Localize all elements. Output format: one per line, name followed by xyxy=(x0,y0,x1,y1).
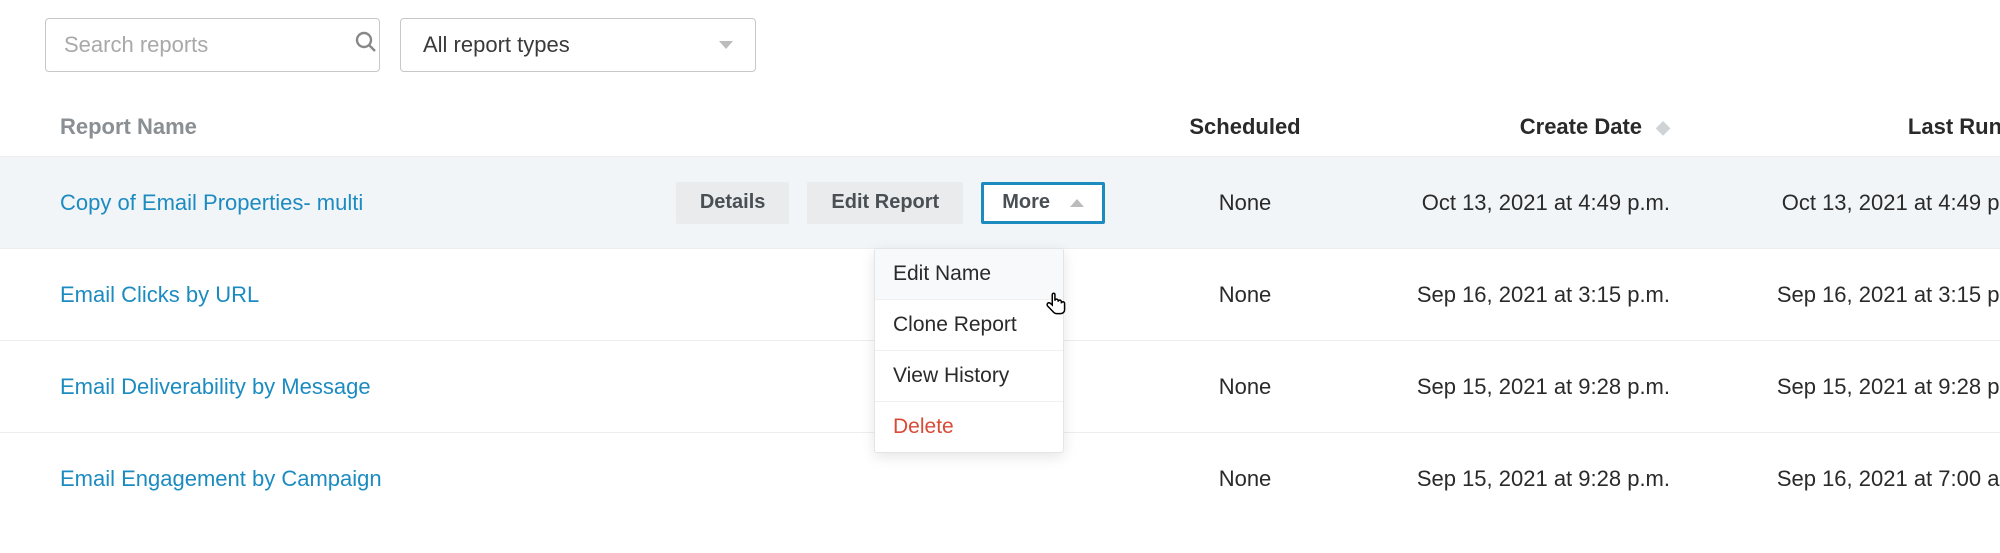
table-header: Report Name Scheduled Create Date ◆ Last… xyxy=(0,97,2000,157)
report-link[interactable]: Email Deliverability by Message xyxy=(60,374,371,400)
last-run-cell: Sep 16, 2021 at 3:15 p.m. xyxy=(1700,282,2000,308)
scheduled-cell: None xyxy=(1130,190,1360,216)
col-header-scheduled: Scheduled xyxy=(1130,114,1360,140)
table-row[interactable]: Copy of Email Properties- multi Details … xyxy=(0,157,2000,249)
menu-clone-report[interactable]: Clone Report xyxy=(875,300,1063,351)
report-type-label: All report types xyxy=(423,32,570,58)
more-label: More xyxy=(1002,191,1050,214)
scheduled-cell: None xyxy=(1130,282,1360,308)
report-type-select[interactable]: All report types xyxy=(400,18,756,72)
search-icon xyxy=(354,30,378,60)
col-header-name: Report Name xyxy=(60,114,1130,140)
create-date-cell: Oct 13, 2021 at 4:49 p.m. xyxy=(1360,190,1700,216)
search-input[interactable] xyxy=(62,31,354,59)
last-run-cell: Sep 16, 2021 at 7:00 a.m. xyxy=(1700,466,2000,492)
col-header-create-label: Create Date xyxy=(1520,114,1642,139)
menu-edit-name[interactable]: Edit Name xyxy=(875,249,1063,300)
details-button[interactable]: Details xyxy=(676,182,790,224)
sort-icon: ◆ xyxy=(1656,117,1670,138)
menu-delete[interactable]: Delete xyxy=(875,402,1063,452)
scheduled-cell: None xyxy=(1130,374,1360,400)
chevron-up-icon xyxy=(1070,199,1084,207)
report-link[interactable]: Email Engagement by Campaign xyxy=(60,466,382,492)
edit-report-button[interactable]: Edit Report xyxy=(807,182,963,224)
report-link[interactable]: Copy of Email Properties- multi xyxy=(60,190,363,216)
more-dropdown: Edit Name Clone Report View History Dele… xyxy=(874,248,1064,453)
search-input-wrapper[interactable] xyxy=(45,18,380,72)
last-run-cell: Oct 13, 2021 at 4:49 p.m. xyxy=(1700,190,2000,216)
report-link[interactable]: Email Clicks by URL xyxy=(60,282,259,308)
col-header-last-run[interactable]: Last Run ◆ xyxy=(1700,114,2000,140)
more-button[interactable]: More xyxy=(981,182,1105,224)
last-run-cell: Sep 15, 2021 at 9:28 p.m. xyxy=(1700,374,2000,400)
scheduled-cell: None xyxy=(1130,466,1360,492)
create-date-cell: Sep 16, 2021 at 3:15 p.m. xyxy=(1360,282,1700,308)
chevron-down-icon xyxy=(719,41,733,49)
menu-view-history[interactable]: View History xyxy=(875,351,1063,402)
col-header-create-date[interactable]: Create Date ◆ xyxy=(1360,114,1700,140)
col-header-run-label: Last Run xyxy=(1908,114,2000,139)
create-date-cell: Sep 15, 2021 at 9:28 p.m. xyxy=(1360,374,1700,400)
create-date-cell: Sep 15, 2021 at 9:28 p.m. xyxy=(1360,466,1700,492)
